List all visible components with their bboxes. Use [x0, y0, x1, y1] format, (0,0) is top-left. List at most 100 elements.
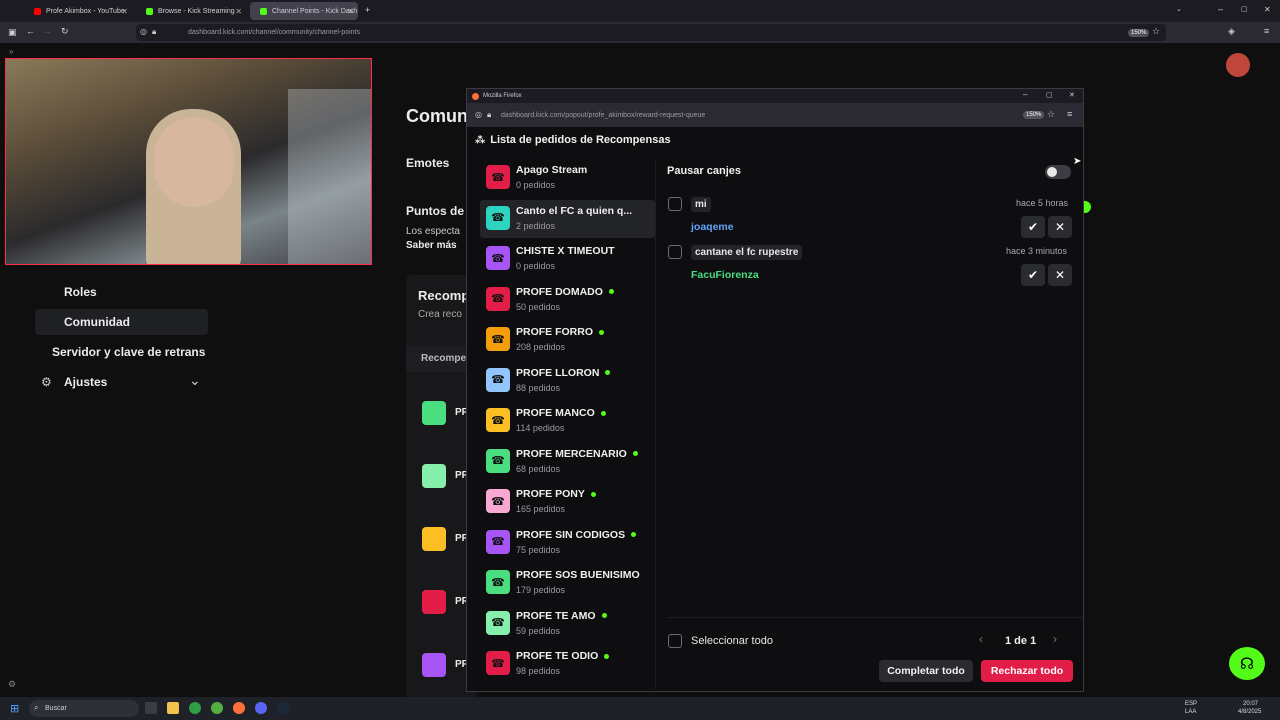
complete-all-button[interactable]: Completar todo	[879, 660, 973, 682]
reward-count: 114 pedidos	[516, 423, 565, 433]
reward-list-item[interactable]: ☎ PROFE PONY 165 pedidos	[480, 483, 655, 521]
tab-youtube[interactable]: Profe Akimbox - YouTube ✕	[24, 2, 132, 20]
steam-icon[interactable]	[277, 702, 289, 714]
close-icon[interactable]: ✕	[347, 7, 354, 16]
gift-icon: ☎	[486, 529, 510, 554]
maximize-icon[interactable]: ▢	[1241, 5, 1248, 13]
gift-icon	[422, 590, 446, 614]
reward-list-item[interactable]: ☎ Canto el FC a quien q... 2 pedidos	[480, 199, 655, 238]
select-all-checkbox[interactable]	[668, 634, 682, 648]
sidebar-item-servidor[interactable]: Servidor y clave de retrans	[52, 345, 205, 359]
expand-icon[interactable]: »	[9, 47, 13, 56]
popup-title-bar: Mozilla Firefox – ▢ ✕	[467, 89, 1083, 103]
request-message: cantane el fc rupestre	[691, 245, 803, 260]
reward-list-item[interactable]: ☎ PROFE SIN CODIGOS 75 pedidos	[480, 524, 655, 562]
bookmark-star-icon[interactable]: ☆	[1152, 26, 1160, 37]
firefox-icon	[472, 93, 479, 100]
settings-icon[interactable]: ⚙	[8, 679, 16, 690]
menu-icon[interactable]: ≡	[1264, 26, 1269, 36]
request-timestamp: hace 5 horas	[1016, 198, 1069, 208]
tab-list-icon[interactable]: ⌄	[1176, 5, 1182, 13]
zoom-badge[interactable]: 150%	[1023, 111, 1045, 119]
gift-icon: ☎	[486, 408, 510, 432]
reject-button[interactable]: ✕	[1048, 216, 1072, 238]
reward-list-item[interactable]: ☎ CHISTE X TIMEOUT 0 pedidos	[480, 240, 655, 278]
reward-name: PROFE SOS BUENISIMO	[516, 569, 640, 581]
reward-list-item[interactable]: ☎ PROFE TE AMO 59 pedidos	[480, 605, 655, 643]
saber-mas-link[interactable]: Saber más	[406, 240, 457, 251]
reload-icon[interactable]: ↻	[61, 26, 69, 37]
reject-button[interactable]: ✕	[1048, 264, 1072, 286]
reward-list-item[interactable]: ☎ PROFE SOS BUENISIMO 179 pedidos	[480, 564, 655, 602]
reward-list-item[interactable]: ☎ PROFE DOMADO 50 pedidos	[480, 281, 655, 319]
reward-count: 75 pedidos	[516, 544, 561, 555]
maximize-icon[interactable]: ▢	[1046, 91, 1053, 99]
reward-list-item[interactable]: ☎ PROFE MERCENARIO 68 pedidos	[480, 443, 655, 481]
reward-list-item[interactable]: ☎ Apago Stream 0 pedidos	[480, 159, 655, 197]
reward-list-item[interactable]: ☎ PROFE MANCO 114 pedidos	[480, 402, 655, 440]
file-explorer-icon[interactable]	[167, 702, 179, 714]
close-window-icon[interactable]: ✕	[1069, 91, 1075, 99]
taskbar-clock[interactable]: 20:07	[1243, 701, 1258, 707]
discord-icon[interactable]	[255, 702, 267, 714]
url-bar[interactable]: ◎ 🔒︎ dashboard.kick.com/channel/communit…	[136, 24, 1166, 41]
taskbar-search[interactable]: ⌕ Buscar	[29, 700, 139, 717]
active-indicator	[631, 532, 637, 538]
request-checkbox[interactable]	[668, 245, 682, 259]
language-indicator[interactable]: ESP	[1185, 701, 1197, 707]
windows-start-icon[interactable]: ⊞	[10, 702, 19, 715]
sidebar-toggle-icon[interactable]: ▣	[8, 27, 17, 38]
request-checkbox[interactable]	[668, 197, 682, 211]
close-icon[interactable]: ✕	[121, 7, 128, 16]
close-icon: ✕	[1054, 268, 1066, 282]
tab-kick-browse[interactable]: Browse - Kick Streaming ✕	[136, 2, 246, 20]
request-username[interactable]: FacuFiorenza	[691, 269, 759, 281]
prev-page-icon[interactable]: ‹	[979, 632, 983, 646]
new-tab-icon[interactable]: +	[365, 5, 370, 15]
extension-icon[interactable]: ◈	[1228, 26, 1235, 37]
select-all-label[interactable]: Seleccionar todo	[691, 635, 773, 647]
sidebar-item-roles[interactable]: Roles	[64, 285, 97, 299]
request-username[interactable]: joaqeme	[691, 221, 734, 233]
popup-url-bar[interactable]: ◎ 🔒︎ dashboard.kick.com/popout/profe_aki…	[467, 103, 1083, 127]
reject-all-button[interactable]: Rechazar todo	[981, 660, 1073, 682]
sidebar-item-ajustes[interactable]: Ajustes	[64, 375, 107, 389]
xbox-icon[interactable]	[211, 702, 223, 714]
section-emotes[interactable]: Emotes	[406, 156, 449, 170]
active-indicator	[601, 613, 607, 619]
webcam-overlay	[5, 58, 372, 265]
bookmark-star-icon[interactable]: ☆	[1047, 109, 1055, 120]
reward-name: CHISTE X TIMEOUT	[516, 245, 615, 257]
firefox-icon[interactable]	[233, 702, 245, 714]
close-icon[interactable]: ✕	[235, 7, 242, 16]
taskbar-date: 4/8/2025	[1238, 709, 1262, 715]
reward-list-item[interactable]: ☎ PROFE TE ODIO 98 pedidos	[480, 645, 655, 683]
reward-list-item[interactable]: ☎ PROFE LLORON 88 pedidos	[480, 362, 655, 400]
approve-button[interactable]: ✔	[1021, 264, 1045, 286]
reward-name: PROFE MANCO	[516, 407, 651, 419]
approve-button[interactable]: ✔	[1021, 216, 1045, 238]
menu-icon[interactable]: ≡	[1067, 109, 1072, 119]
gift-icon: ☎	[486, 570, 510, 594]
sidebar-item-comunidad[interactable]: Comunidad	[64, 315, 130, 329]
avatar[interactable]	[1226, 53, 1250, 77]
divider	[655, 159, 656, 689]
minimize-icon[interactable]: –	[1218, 4, 1223, 14]
support-chat-button[interactable]: ☊	[1229, 647, 1265, 680]
close-window-icon[interactable]: ✕	[1264, 5, 1271, 14]
reward-list-item[interactable]: ☎ PROFE FORRO 208 pedidos	[480, 321, 655, 359]
pause-redemptions-label: Pausar canjes	[667, 165, 741, 177]
chrome-icon[interactable]	[189, 702, 201, 714]
tab-channel-points[interactable]: Channel Points - Kick Dash ✕	[250, 2, 358, 20]
next-page-icon[interactable]: ›	[1053, 632, 1057, 646]
forward-icon[interactable]: →	[43, 26, 52, 36]
reward-queue-popup: Mozilla Firefox – ▢ ✕ ◎ 🔒︎ dashboard.kic…	[466, 88, 1084, 692]
minimize-icon[interactable]: –	[1023, 90, 1027, 99]
back-icon[interactable]: ←	[26, 26, 35, 36]
pause-redemptions-toggle[interactable]	[1045, 165, 1071, 179]
task-view-icon[interactable]	[145, 702, 157, 714]
lock-icon: 🔒︎	[487, 110, 492, 119]
chevron-down-icon[interactable]: ⌄	[189, 372, 201, 389]
reward-name: PROFE TE AMO	[516, 610, 651, 622]
zoom-badge[interactable]: 150%	[1128, 29, 1150, 37]
